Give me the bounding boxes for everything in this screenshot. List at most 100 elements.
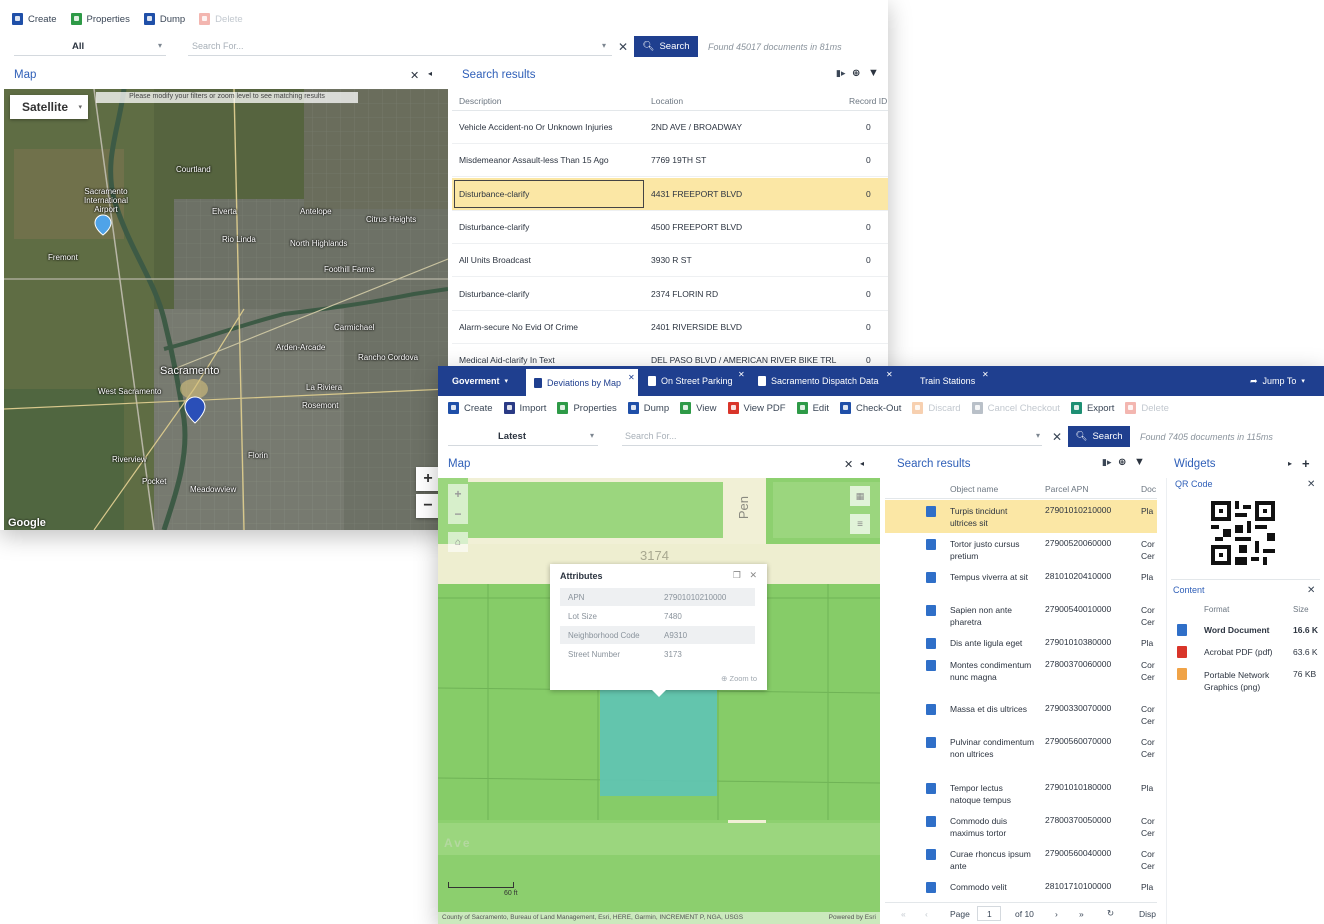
close-tab-icon[interactable]: ✕ [886, 370, 893, 379]
zoom-out-button[interactable]: − [416, 494, 440, 518]
properties-button[interactable]: Properties [70, 13, 130, 25]
chevron-down-icon: ▾ [1301, 378, 1305, 385]
basemap-gallery-icon[interactable]: ▦ [850, 486, 870, 506]
search-button[interactable]: 🔍︎ Search [1068, 426, 1130, 447]
close-icon[interactable]: ✕ [844, 458, 853, 471]
table-row[interactable]: Sapien non ante pharetra 27900540010000 Co… [885, 599, 1157, 632]
collapse-icon[interactable]: ◂ [860, 459, 864, 468]
clear-icon[interactable]: ✕ [1052, 430, 1062, 444]
zoom-control[interactable]: + − [448, 484, 468, 524]
home-icon[interactable]: ⌂ [448, 532, 468, 552]
close-icon[interactable]: ✕ [1307, 479, 1315, 490]
jump-to-menu[interactable]: ➦ Jump To ▾ [1242, 366, 1305, 396]
filter-icon[interactable]: ▼ [868, 67, 879, 79]
scope-select[interactable]: Latest ▾ [448, 426, 598, 446]
close-tab-icon[interactable]: ✕ [628, 373, 635, 382]
zoom-in-icon[interactable]: + [454, 487, 461, 501]
close-tab-icon[interactable]: ✕ [982, 370, 989, 379]
search-input[interactable]: Search For... ▾ [188, 36, 612, 56]
next-page-icon[interactable]: › [1055, 909, 1058, 919]
first-page-icon[interactable]: « [901, 909, 906, 919]
filter-icon[interactable]: ▼ [1134, 456, 1145, 468]
close-tab-icon[interactable]: ✕ [738, 370, 745, 379]
table-row[interactable]: Pulvinar condimentum non ultrices 2790056… [885, 731, 1157, 777]
table-row[interactable]: Montes condimentum nunc magna 27800370060… [885, 654, 1157, 698]
dock-icon[interactable]: ❐ [733, 570, 741, 581]
table-row[interactable]: Tempus viverra at sit 28101020410000 Pla [885, 566, 1157, 599]
table-row[interactable]: Turpis tincidunt ultrices sit 27901010210… [885, 500, 1157, 533]
cancel-checkout-button[interactable]: Cancel Checkout [971, 402, 1060, 414]
doc-cell: Pla [1141, 572, 1154, 582]
close-icon[interactable]: ✕ [410, 69, 419, 82]
column-header[interactable]: Record ID [849, 96, 887, 106]
view-pdf-button[interactable]: View PDF [727, 402, 786, 414]
column-header[interactable]: Doc [1141, 484, 1156, 494]
place-label: Carmichael [334, 323, 375, 332]
column-header[interactable]: Parcel APN [1045, 484, 1088, 494]
zoom-to-link[interactable]: ⊕ Zoom to [721, 674, 757, 683]
table-row[interactable]: Commodo duis maximus tortor 2780037005000… [885, 810, 1157, 843]
table-row[interactable]: Massa et dis ultrices 27900330070000 Cor C… [885, 698, 1157, 731]
delete-button[interactable]: Delete [199, 13, 243, 25]
edit-button[interactable]: Edit [796, 402, 829, 414]
last-page-icon[interactable]: » [1079, 909, 1084, 919]
content-row[interactable]: Acrobat PDF (pdf) 63.6 K [1167, 644, 1324, 664]
import-button[interactable]: Import [503, 402, 546, 414]
table-row[interactable]: Misdemeanor Assault-less Than 15 Ago 7769… [452, 144, 888, 178]
table-row[interactable]: All Units Broadcast 3930 R ST 0 [452, 244, 888, 278]
discard-button[interactable]: Discard [912, 402, 961, 414]
export-icon[interactable]: ▮▸ [1102, 457, 1111, 468]
dump-button[interactable]: Dump [143, 13, 185, 25]
delete-button[interactable]: Delete [1125, 402, 1169, 414]
close-icon[interactable]: ✕ [749, 570, 757, 581]
zoom-in-button[interactable]: + [416, 467, 440, 491]
expand-icon[interactable]: ▸ [1288, 459, 1292, 468]
tab-on-street-parking[interactable]: On Street Parking ✕ [640, 366, 746, 396]
scope-select[interactable]: All ▾ [14, 36, 166, 56]
create-button[interactable]: Create [448, 402, 493, 414]
collapse-icon[interactable]: ◂ [428, 69, 432, 78]
column-header[interactable]: Object name [950, 484, 998, 494]
table-row[interactable]: Vehicle Accident-no Or Unknown Injuries 2… [452, 111, 888, 144]
table-row[interactable]: Alarm-secure No Evid Of Crime 2401 RIVERS… [452, 311, 888, 344]
table-row[interactable]: Disturbance-clarify 4431 FREEPORT BLVD 0 [452, 177, 888, 211]
content-row[interactable]: Word Document 16.6 K [1167, 622, 1324, 642]
clear-icon[interactable]: ✕ [618, 40, 628, 54]
page-input[interactable]: 1 [977, 906, 1001, 921]
zoom-to-icon[interactable]: ⊕ [1118, 457, 1126, 468]
close-icon[interactable]: ✕ [1307, 585, 1315, 596]
export-button[interactable]: Export [1070, 402, 1114, 414]
dump-button[interactable]: Dump [627, 402, 669, 414]
search-input[interactable]: Search For... ▾ [622, 426, 1042, 446]
add-widget-icon[interactable]: + [1302, 456, 1310, 471]
table-row[interactable]: Disturbance-clarify 4500 FREEPORT BLVD 0 [452, 211, 888, 244]
menu-goverment[interactable]: Goverment ▾ [444, 366, 508, 396]
table-row[interactable]: Curae rhoncus ipsum ante 27900560040000 Co… [885, 843, 1157, 876]
zoom-out-icon[interactable]: − [454, 507, 461, 521]
tab-deviations-by-map[interactable]: Deviations by Map ✕ [526, 369, 638, 396]
satellite-map[interactable]: Please modify your filters or zoom level… [4, 89, 448, 530]
tab-sacramento-dispatch-data[interactable]: Sacramento Dispatch Data ✕ [750, 366, 894, 396]
prev-page-icon[interactable]: ‹ [925, 909, 928, 919]
table-row[interactable]: Commodo velit 28101710100000 Pla [885, 876, 1157, 898]
search-button[interactable]: 🔍︎ Search [634, 36, 698, 57]
table-row[interactable]: Tortor justo cursus pretium 2790052006000… [885, 533, 1157, 566]
table-row[interactable]: Dis ante ligula eget 27901010380000 Pla [885, 632, 1157, 654]
content-row[interactable]: Portable Network Graphics (png) 76 KB [1167, 666, 1324, 696]
table-row[interactable]: Tempor lectus natoque tempus 279010101800… [885, 777, 1157, 810]
selected-parcel[interactable] [600, 686, 717, 796]
tab-train-stations[interactable]: Train Stations ✕ [912, 366, 992, 396]
parcel-map[interactable]: Pen 3174 Ave + − ⌂ ▦ ≡ Attributes ❐ ✕ APN… [438, 478, 880, 924]
layer-list-icon[interactable]: ≡ [850, 514, 870, 534]
create-button[interactable]: Create [12, 13, 57, 25]
table-row[interactable]: Disturbance-clarify 2374 FLORIN RD 0 [452, 278, 888, 311]
zoom-to-icon[interactable]: ⊕ [852, 68, 860, 79]
export-icon[interactable]: ▮▸ [836, 68, 845, 79]
column-header[interactable]: Description [459, 96, 502, 106]
column-header[interactable]: Location [651, 96, 683, 106]
properties-button[interactable]: Properties [557, 402, 617, 414]
check-out-button[interactable]: Check-Out [839, 402, 901, 414]
map-type-select[interactable]: Satellite ▾ [10, 95, 88, 119]
refresh-icon[interactable]: ↻ [1107, 908, 1114, 919]
view-button[interactable]: View [680, 402, 717, 414]
